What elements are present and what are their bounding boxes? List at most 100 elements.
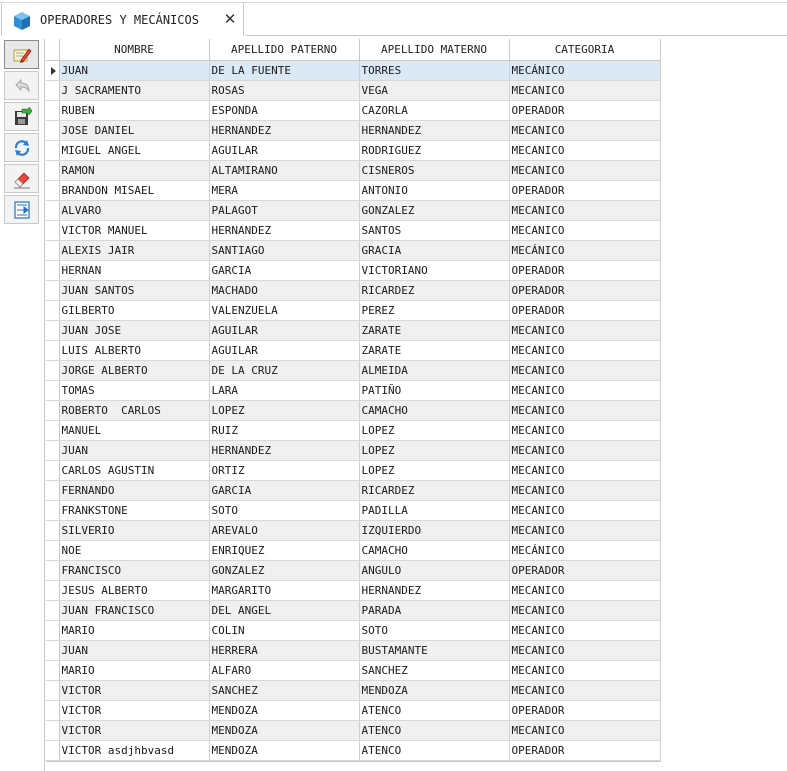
table-row[interactable]: VICTOR MENDOZA ATENCO MECANICO	[46, 720, 661, 741]
table-row[interactable]: FRANCISCO GONZALEZ ANGULO OPERADOR	[46, 560, 661, 581]
cell-apellido-materno[interactable]: CISNEROS	[359, 160, 510, 181]
cell-nombre[interactable]: RUBEN	[59, 100, 210, 121]
row-indicator[interactable]	[46, 440, 60, 461]
table-row[interactable]: ALVARO PALAGOT GONZALEZ MECANICO	[46, 200, 661, 221]
cell-apellido-materno[interactable]: CAMACHO	[359, 400, 510, 421]
cell-apellido-materno[interactable]: ATENCO	[359, 740, 510, 761]
cell-apellido-materno[interactable]: LOPEZ	[359, 420, 510, 441]
table-row[interactable]: BRANDON MISAEL MERA ANTONIO OPERADOR	[46, 180, 661, 201]
table-row[interactable]: FERNANDO GARCIA RICARDEZ MECANICO	[46, 480, 661, 501]
cell-nombre[interactable]: MARIO	[59, 660, 210, 681]
cell-categoria[interactable]: MECANICO	[509, 400, 661, 421]
table-row[interactable]: JUAN HERNANDEZ LOPEZ MECANICO	[46, 440, 661, 461]
table-row[interactable]: MIGUEL ANGEL AGUILAR RODRIGUEZ MECANICO	[46, 140, 661, 161]
cell-nombre[interactable]: GILBERTO	[59, 300, 210, 321]
table-row[interactable]: FRANKSTONE SOTO PADILLA MECANICO	[46, 500, 661, 521]
cell-nombre[interactable]: JESUS ALBERTO	[59, 580, 210, 601]
column-header-categoria[interactable]: CATEGORIA	[509, 39, 661, 61]
cell-nombre[interactable]: TOMAS	[59, 380, 210, 401]
row-indicator[interactable]	[46, 180, 60, 201]
cell-nombre[interactable]: JUAN FRANCISCO	[59, 600, 210, 621]
cell-categoria[interactable]: MECANICO	[509, 460, 661, 481]
cell-apellido-materno[interactable]: PARADA	[359, 600, 510, 621]
cell-apellido-paterno[interactable]: AREVALO	[209, 520, 360, 541]
cell-apellido-materno[interactable]: PATIÑO	[359, 380, 510, 401]
row-indicator[interactable]	[46, 480, 60, 501]
cell-apellido-materno[interactable]: PEREZ	[359, 300, 510, 321]
row-indicator[interactable]	[46, 540, 60, 561]
column-header-apellido-materno[interactable]: APELLIDO MATERNO	[359, 39, 510, 61]
cell-nombre[interactable]: SILVERIO	[59, 520, 210, 541]
cell-nombre[interactable]: JORGE ALBERTO	[59, 360, 210, 381]
cell-apellido-paterno[interactable]: MENDOZA	[209, 740, 360, 761]
table-row[interactable]: JUAN FRANCISCO DEL ANGEL PARADA MECANICO	[46, 600, 661, 621]
row-indicator[interactable]	[46, 460, 60, 481]
table-row[interactable]: ROBERTO CARLOS LOPEZ CAMACHO MECANICO	[46, 400, 661, 421]
table-row[interactable]: ALEXIS JAIR SANTIAGO GRACIA MECÁNICO	[46, 240, 661, 261]
cell-apellido-materno[interactable]: RODRIGUEZ	[359, 140, 510, 161]
cell-nombre[interactable]: CARLOS AGUSTIN	[59, 460, 210, 481]
cell-apellido-materno[interactable]: TORRES	[359, 60, 510, 81]
cell-apellido-materno[interactable]: MENDOZA	[359, 680, 510, 701]
cell-nombre[interactable]: J SACRAMENTO	[59, 80, 210, 101]
table-row[interactable]: HERNAN GARCIA VICTORIANO OPERADOR	[46, 260, 661, 281]
table-row[interactable]: VICTOR SANCHEZ MENDOZA MECANICO	[46, 680, 661, 701]
cell-apellido-paterno[interactable]: ROSAS	[209, 80, 360, 101]
cell-apellido-materno[interactable]: GONZALEZ	[359, 200, 510, 221]
row-indicator[interactable]	[46, 620, 60, 641]
cell-apellido-materno[interactable]: SOTO	[359, 620, 510, 641]
cell-apellido-paterno[interactable]: ALTAMIRANO	[209, 160, 360, 181]
table-row[interactable]: J SACRAMENTO ROSAS VEGA MECANICO	[46, 80, 661, 101]
cell-apellido-paterno[interactable]: GARCIA	[209, 480, 360, 501]
row-indicator[interactable]	[46, 200, 60, 221]
cell-apellido-materno[interactable]: ANGULO	[359, 560, 510, 581]
cell-categoria[interactable]: OPERADOR	[509, 100, 661, 121]
cell-categoria[interactable]: MECANICO	[509, 360, 661, 381]
cell-categoria[interactable]: MECANICO	[509, 580, 661, 601]
row-indicator[interactable]	[46, 680, 60, 701]
cell-categoria[interactable]: OPERADOR	[509, 300, 661, 321]
cell-apellido-materno[interactable]: RICARDEZ	[359, 280, 510, 301]
cell-apellido-paterno[interactable]: SANCHEZ	[209, 680, 360, 701]
cell-nombre[interactable]: FERNANDO	[59, 480, 210, 501]
cell-apellido-materno[interactable]: HERNANDEZ	[359, 580, 510, 601]
row-indicator[interactable]	[46, 380, 60, 401]
cell-apellido-paterno[interactable]: HERNANDEZ	[209, 220, 360, 241]
cell-apellido-paterno[interactable]: GONZALEZ	[209, 560, 360, 581]
cell-categoria[interactable]: MECANICO	[509, 500, 661, 521]
cell-apellido-paterno[interactable]: LARA	[209, 380, 360, 401]
cell-nombre[interactable]: FRANKSTONE	[59, 500, 210, 521]
table-row[interactable]: JORGE ALBERTO DE LA CRUZ ALMEIDA MECANICO	[46, 360, 661, 381]
cell-apellido-materno[interactable]: RICARDEZ	[359, 480, 510, 501]
export-button[interactable]	[4, 195, 39, 224]
close-icon[interactable]: ✕	[222, 11, 238, 27]
table-row[interactable]: GILBERTO VALENZUELA PEREZ OPERADOR	[46, 300, 661, 321]
row-indicator[interactable]	[46, 560, 60, 581]
cell-nombre[interactable]: BRANDON MISAEL	[59, 180, 210, 201]
cell-apellido-paterno[interactable]: VALENZUELA	[209, 300, 360, 321]
cell-categoria[interactable]: OPERADOR	[509, 260, 661, 281]
row-indicator[interactable]	[46, 420, 60, 441]
cell-categoria[interactable]: MECANICO	[509, 600, 661, 621]
cell-apellido-materno[interactable]: CAZORLA	[359, 100, 510, 121]
table-row[interactable]: MARIO COLIN SOTO MECANICO	[46, 620, 661, 641]
row-indicator[interactable]	[46, 240, 60, 261]
cell-apellido-paterno[interactable]: ESPONDA	[209, 100, 360, 121]
cell-categoria[interactable]: MECANICO	[509, 440, 661, 461]
cell-apellido-materno[interactable]: SANTOS	[359, 220, 510, 241]
cell-apellido-materno[interactable]: ZARATE	[359, 320, 510, 341]
row-indicator[interactable]	[46, 640, 60, 661]
cell-apellido-paterno[interactable]: SANTIAGO	[209, 240, 360, 261]
cell-categoria[interactable]: OPERADOR	[509, 180, 661, 201]
cell-categoria[interactable]: MECANICO	[509, 660, 661, 681]
row-indicator[interactable]	[46, 660, 60, 681]
cell-apellido-materno[interactable]: ZARATE	[359, 340, 510, 361]
row-indicator[interactable]	[46, 700, 60, 721]
save-button[interactable]	[4, 102, 39, 131]
cell-apellido-paterno[interactable]: AGUILAR	[209, 140, 360, 161]
cell-nombre[interactable]: VICTOR asdjhbvasd	[59, 740, 210, 761]
cell-apellido-paterno[interactable]: MACHADO	[209, 280, 360, 301]
cell-categoria[interactable]: MECÁNICO	[509, 540, 661, 561]
cell-apellido-materno[interactable]: LOPEZ	[359, 440, 510, 461]
row-indicator[interactable]	[46, 580, 60, 601]
